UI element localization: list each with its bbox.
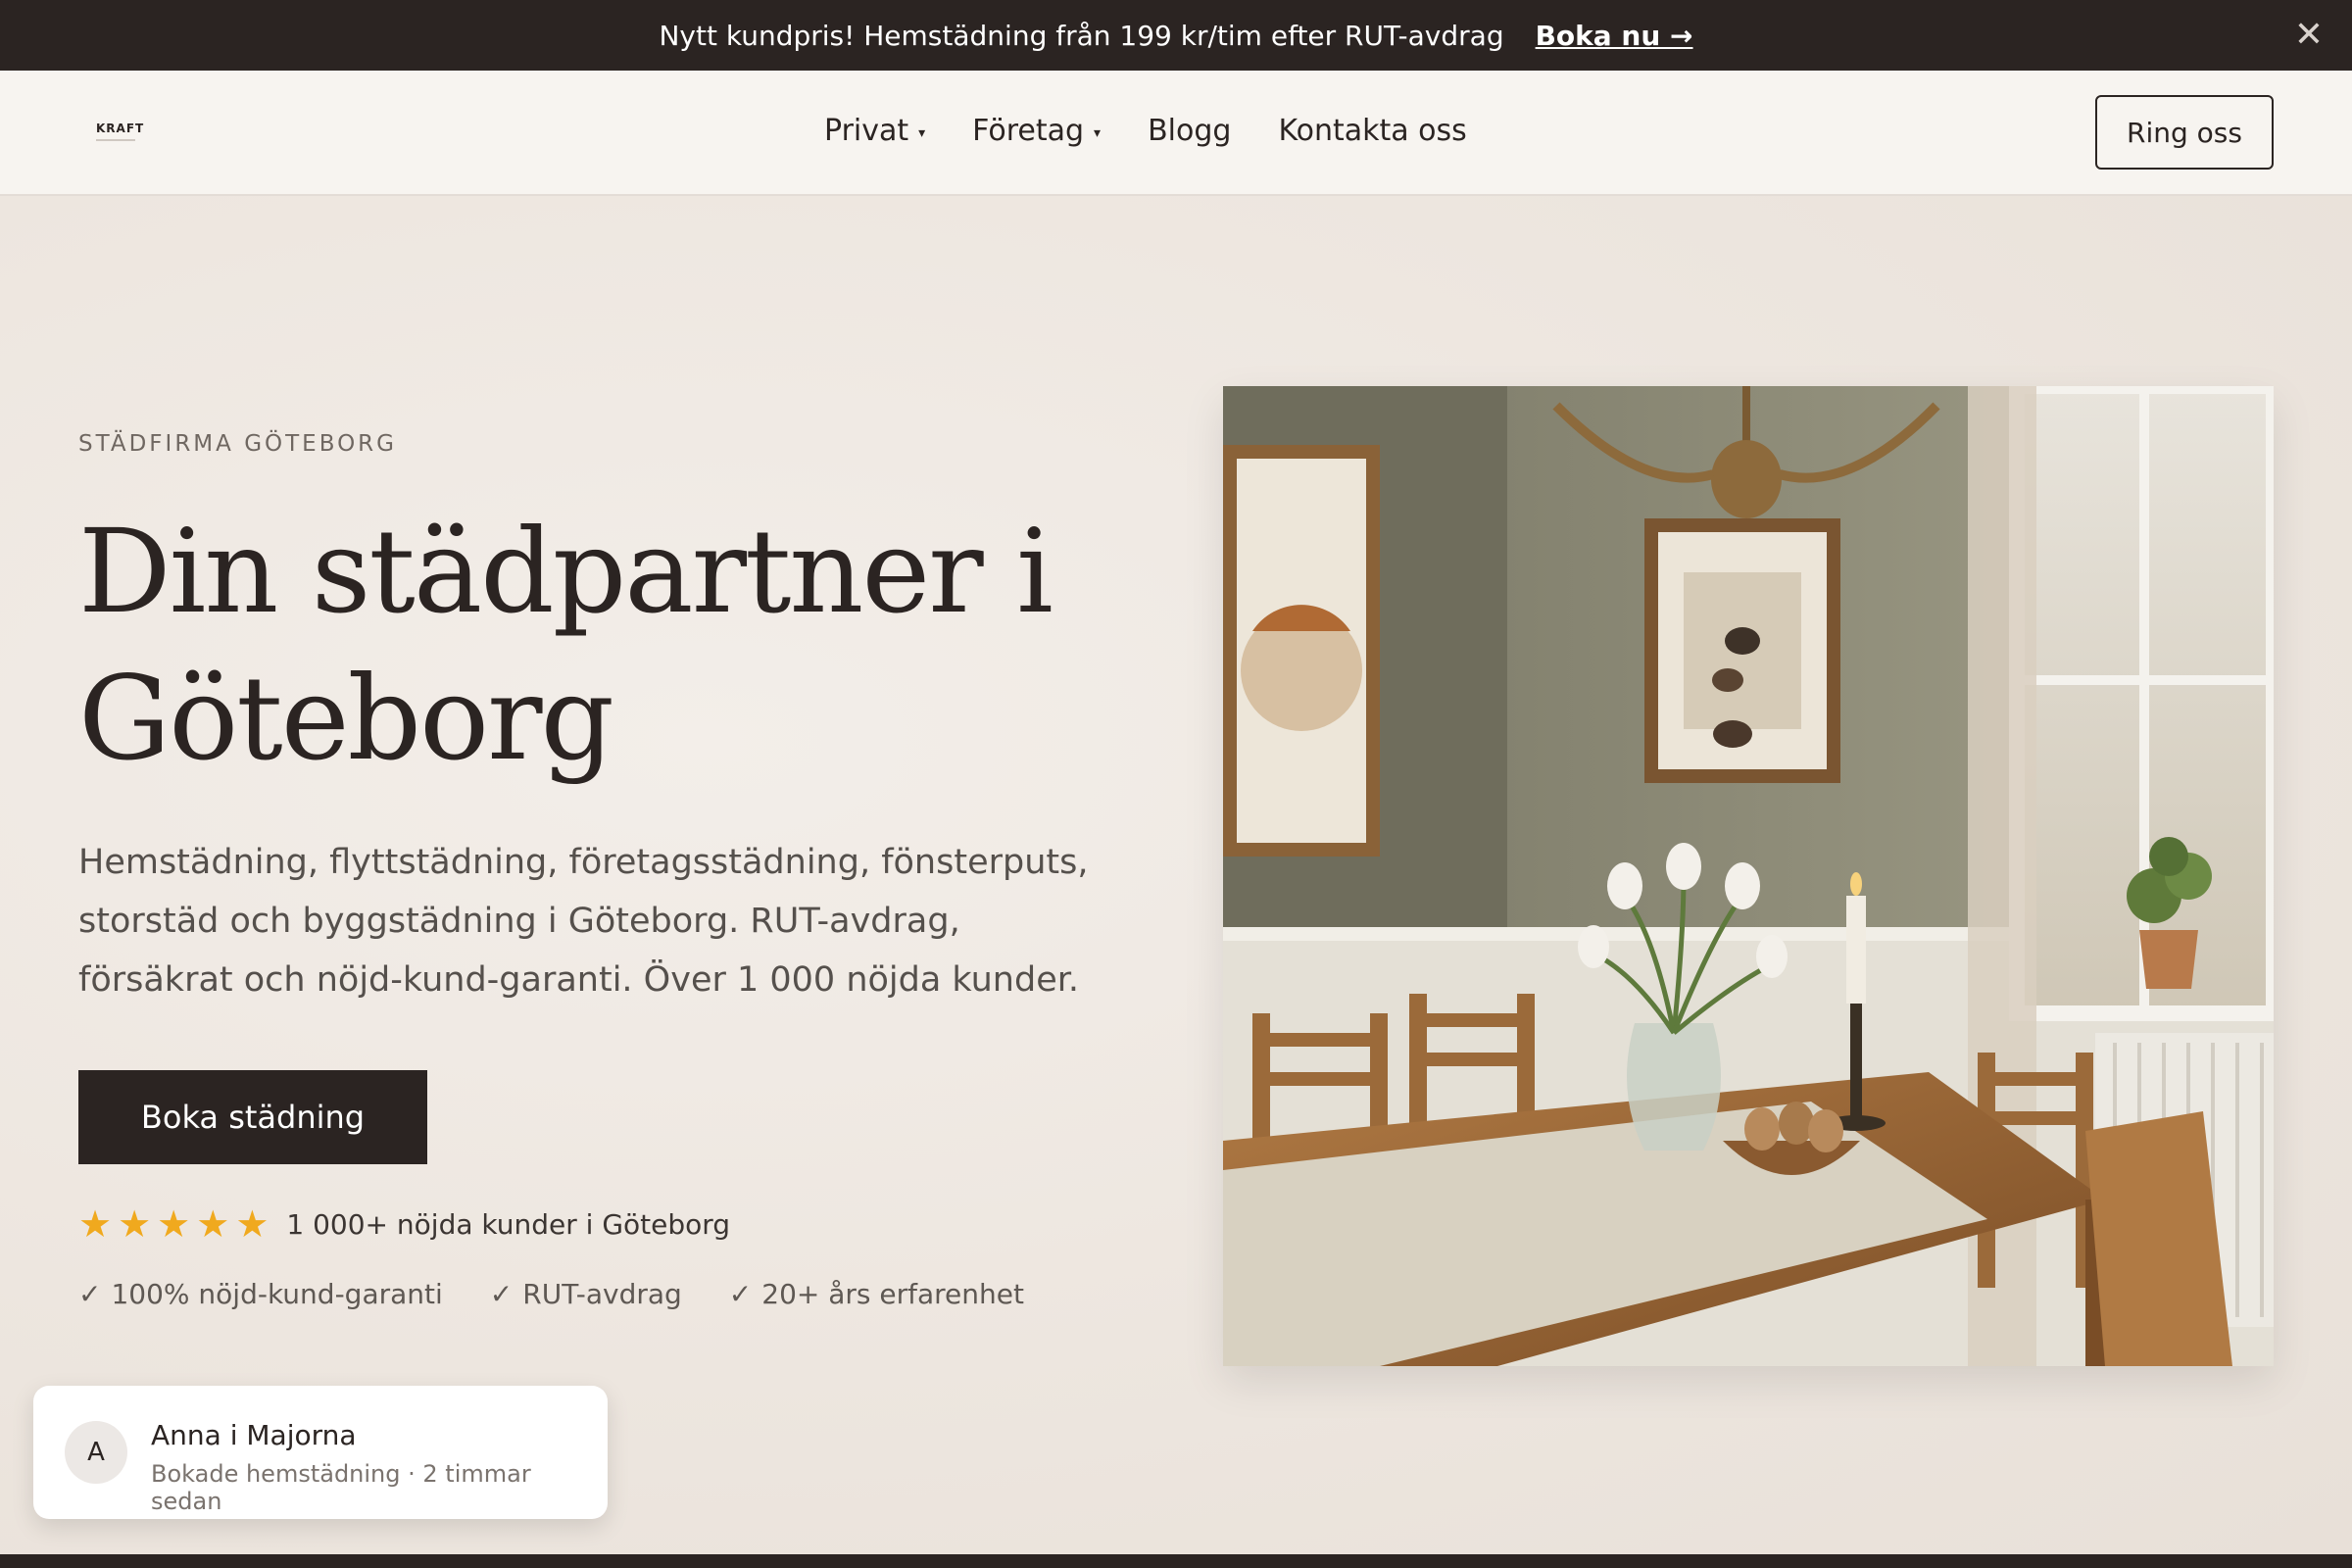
trust-item: ✓ 20+ års erfarenhet	[729, 1278, 1024, 1310]
nav-item-blogg[interactable]: Blogg	[1148, 114, 1231, 148]
logo[interactable]: KRAFT	[96, 122, 144, 141]
check-icon: ✓	[78, 1278, 102, 1310]
avatar: A	[65, 1421, 127, 1484]
hero-section: STÄDFIRMA GÖTEBORG Din städpartner i Göt…	[0, 196, 2352, 1554]
chevron-down-icon: ▾	[918, 124, 926, 141]
announcement-bar: Nytt kundpris! Hemstädning från 199 kr/t…	[0, 0, 2352, 71]
book-cleaning-button[interactable]: Boka städning	[78, 1070, 427, 1164]
hero-headline: Din städpartner i Göteborg	[78, 504, 1054, 786]
logo-underline	[96, 139, 135, 141]
star-icon: ★	[235, 1202, 270, 1246]
logo-text: KRAFT	[96, 122, 145, 135]
footer-edge	[0, 1554, 2352, 1568]
check-icon: ✓	[489, 1278, 514, 1310]
announcement-book-link[interactable]: Boka nu →	[1536, 20, 1693, 52]
hero-lead: Hemstädning, flyttstädning, företagsstäd…	[78, 843, 1089, 1000]
toast-name: Anna i Majorna	[151, 1419, 357, 1451]
nav-label: Blogg	[1148, 114, 1232, 148]
nav-label: Privat	[824, 114, 909, 148]
star-rating: ★ ★ ★ ★ ★	[78, 1205, 269, 1243]
rating-text: 1 000+ nöjda kunder i Göteborg	[286, 1207, 731, 1241]
announcement-message: Nytt kundpris! Hemstädning från 199 kr/t…	[659, 19, 1504, 52]
nav-item-privat[interactable]: Privat ▾	[824, 114, 925, 148]
star-icon: ★	[78, 1202, 113, 1246]
nav-label: Företag	[972, 114, 1085, 148]
chevron-down-icon: ▾	[1094, 124, 1102, 141]
trust-item-label: 100% nöjd-kund-garanti	[111, 1278, 443, 1310]
nav-item-kontakta-oss[interactable]: Kontakta oss	[1278, 114, 1466, 148]
check-icon: ✓	[728, 1278, 753, 1310]
recent-booking-toast: A Anna i Majorna Bokade hemstädning · 2 …	[33, 1386, 608, 1519]
trust-checks: ✓ 100% nöjd-kund-garanti ✓ RUT-avdrag ✓ …	[78, 1278, 1024, 1310]
nav-label: Kontakta oss	[1278, 114, 1467, 148]
star-icon: ★	[196, 1202, 230, 1246]
nav-item-foretag[interactable]: Företag ▾	[972, 114, 1101, 148]
call-us-button[interactable]: Ring oss	[2095, 95, 2274, 170]
rating: ★ ★ ★ ★ ★ 1 000+ nöjda kunder i Göteborg	[78, 1205, 730, 1243]
trust-item-label: 20+ års erfarenhet	[761, 1278, 1024, 1310]
trust-item: ✓ 100% nöjd-kund-garanti	[78, 1278, 443, 1310]
hero-image	[1223, 386, 2274, 1366]
trust-item-label: RUT-avdrag	[522, 1278, 682, 1310]
hero-eyebrow: STÄDFIRMA GÖTEBORG	[78, 431, 397, 457]
main-nav: Privat ▾ Företag ▾ Blogg Kontakta oss	[824, 114, 1467, 148]
close-icon[interactable]: ✕	[2291, 18, 2327, 53]
trust-item: ✓ RUT-avdrag	[490, 1278, 682, 1310]
dining-room-illustration	[1223, 386, 2274, 1366]
star-icon: ★	[118, 1202, 152, 1246]
site-header: KRAFT Privat ▾ Företag ▾ Blogg Kontakta …	[0, 71, 2352, 196]
star-icon: ★	[157, 1202, 191, 1246]
toast-detail: Bokade hemstädning · 2 timmar sedan	[151, 1460, 531, 1515]
